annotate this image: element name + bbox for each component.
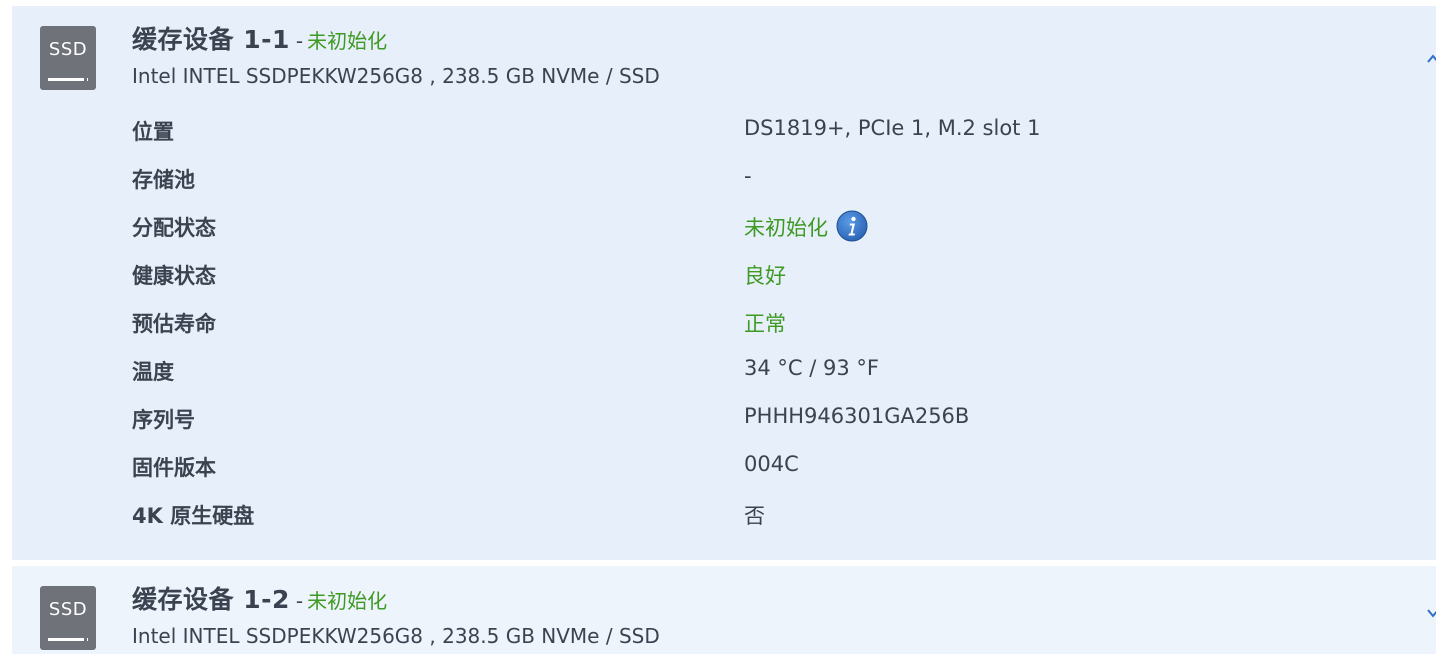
ssd-drive-icon: SSD — [40, 26, 96, 90]
chevron-up-icon[interactable] — [1426, 52, 1436, 66]
cache-device-1-1-panel[interactable]: SSD 缓存设备 1-1- 未初始化 Intel INTEL SSDPEKKW25… — [12, 6, 1436, 560]
device-title-separator: - — [295, 589, 304, 613]
property-row-location: 位置 DS1819+, PCIe 1, M.2 slot 1 — [132, 108, 1332, 156]
property-value: - — [744, 164, 752, 188]
property-label: 序列号 — [132, 408, 195, 432]
device-properties: 位置 DS1819+, PCIe 1, M.2 slot 1 存储池 - 分配状… — [132, 108, 1332, 540]
property-row-health-status: 健康状态 良好 — [132, 252, 1332, 300]
ssd-icon-label: SSD — [48, 599, 88, 620]
property-value-wrap: 未初始化 — [744, 210, 868, 242]
property-value: 正常 — [744, 312, 786, 336]
ssd-icon-dot — [84, 638, 87, 641]
ssd-icon-label: SSD — [48, 39, 88, 60]
chevron-down-icon[interactable] — [1426, 606, 1436, 620]
property-value: 34 °C / 93 °F — [744, 356, 879, 380]
property-label: 健康状态 — [132, 264, 216, 288]
device-title: 缓存设备 1-2- 未初始化 — [132, 580, 387, 616]
property-value: 良好 — [744, 264, 786, 288]
property-label: 温度 — [132, 360, 174, 384]
device-status: 未初始化 — [307, 29, 388, 53]
device-description: Intel INTEL SSDPEKKW256G8 , 238.5 GB NVM… — [132, 64, 660, 88]
property-label: 预估寿命 — [132, 312, 216, 336]
property-row-serial-number: 序列号 PHHH946301GA256B — [132, 396, 1332, 444]
property-row-allocation-status: 分配状态 未初始化 — [132, 204, 1332, 252]
property-row-firmware-version: 固件版本 004C — [132, 444, 1332, 492]
property-value: PHHH946301GA256B — [744, 404, 970, 428]
property-label: 4K 原生硬盘 — [132, 504, 255, 528]
property-row-storage-pool: 存储池 - — [132, 156, 1332, 204]
property-row-temperature: 温度 34 °C / 93 °F — [132, 348, 1332, 396]
storage-device-list: SSD 缓存设备 1-1- 未初始化 Intel INTEL SSDPEKKW25… — [12, 6, 1436, 654]
device-status: 未初始化 — [307, 589, 388, 613]
device-name: 缓存设备 1-1 — [132, 25, 290, 54]
property-row-4k-native: 4K 原生硬盘 否 — [132, 492, 1332, 540]
property-value: DS1819+, PCIe 1, M.2 slot 1 — [744, 116, 1041, 140]
property-row-estimated-lifespan: 预估寿命 正常 — [132, 300, 1332, 348]
property-value: 004C — [744, 452, 799, 476]
info-icon[interactable] — [836, 210, 868, 242]
ssd-icon-bar — [48, 78, 88, 81]
device-title: 缓存设备 1-1- 未初始化 — [132, 20, 387, 56]
property-value: 否 — [744, 504, 765, 528]
property-label: 存储池 — [132, 168, 195, 192]
cache-device-1-2-panel[interactable]: SSD 缓存设备 1-2- 未初始化 Intel INTEL SSDPEKKW25… — [12, 566, 1436, 654]
device-title-separator: - — [295, 29, 304, 53]
property-label: 位置 — [132, 120, 174, 144]
ssd-icon-bar — [48, 638, 88, 641]
property-value: 未初始化 — [744, 216, 828, 240]
device-description: Intel INTEL SSDPEKKW256G8 , 238.5 GB NVM… — [132, 624, 660, 648]
ssd-drive-icon: SSD — [40, 586, 96, 650]
device-name: 缓存设备 1-2 — [132, 585, 290, 614]
ssd-icon-dot — [84, 78, 87, 81]
property-label: 固件版本 — [132, 456, 216, 480]
property-label: 分配状态 — [132, 216, 216, 240]
